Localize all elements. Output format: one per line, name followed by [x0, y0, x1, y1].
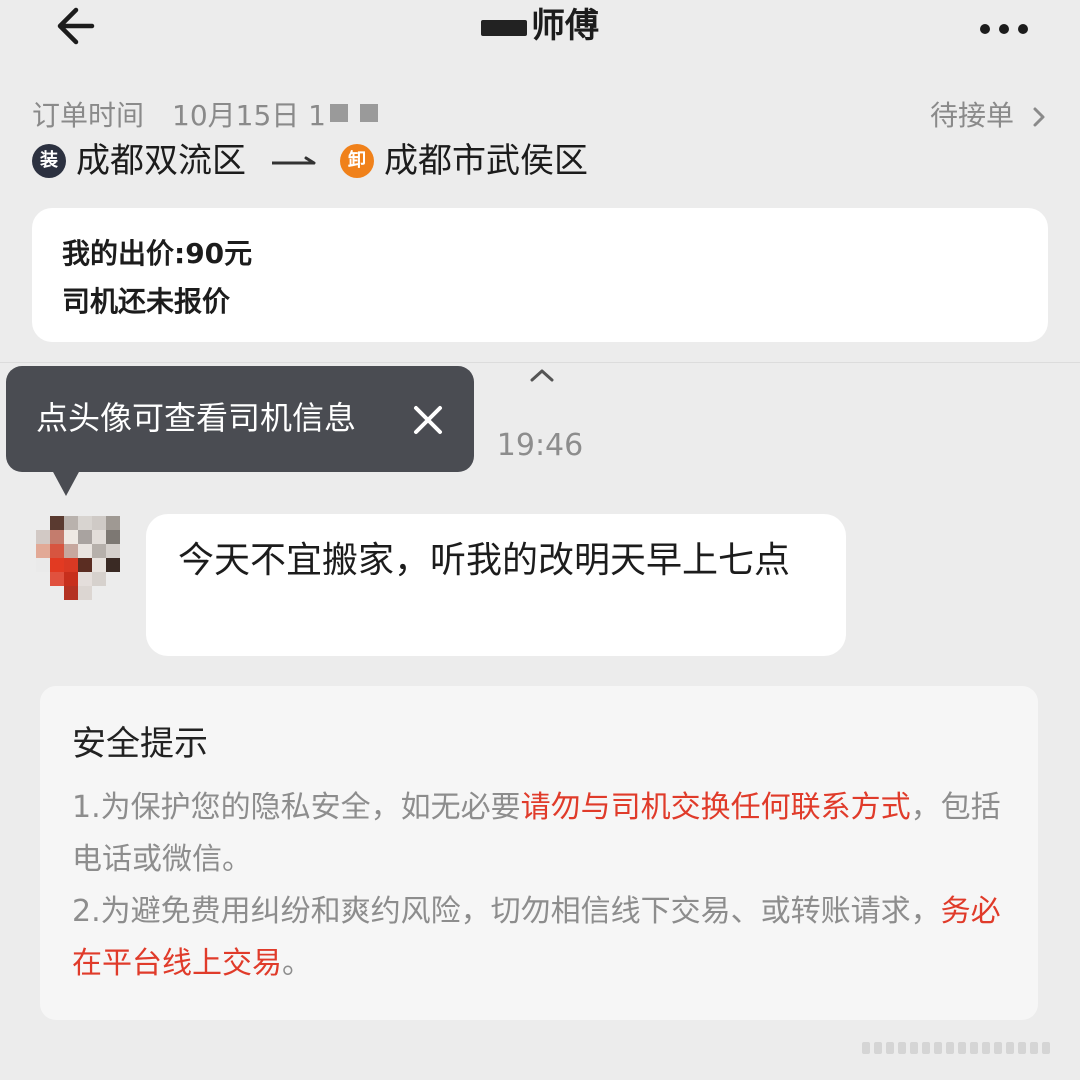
safety-item-2: 2.为避免费用纠纷和爽约风险，切勿相信线下交易、或转账请求，务必在平台线上交易。 — [72, 886, 1012, 990]
tooltip-pointer — [52, 470, 80, 496]
tooltip-text: 点头像可查看司机信息 — [36, 399, 357, 437]
more-dot — [980, 24, 990, 34]
name-redaction — [481, 19, 527, 36]
back-button[interactable] — [52, 4, 108, 48]
chat-message-text: 今天不宜搬家，听我的改明天早上七点 — [178, 540, 791, 581]
route-arrow-icon — [272, 156, 316, 165]
order-time-label: 订单时间 — [32, 99, 145, 132]
safety-notice-card: 安全提示 1.为保护您的隐私安全，如无必要请勿与司机交换任何联系方式，包括电话或… — [40, 686, 1038, 1020]
message-timestamp: 19:46 — [496, 428, 584, 463]
order-status-link[interactable]: 待接单 — [930, 96, 1049, 136]
safety-item-1-text: 1.为保护您的隐私安全，如无必要 — [72, 790, 521, 825]
chat-message-bubble[interactable]: 今天不宜搬家，听我的改明天早上七点 — [146, 514, 846, 656]
page-title: 师傅 — [440, 2, 640, 50]
safety-item-2-text: 2.为避免费用纠纷和爽约风险，切勿相信线下交易、或转账请求， — [72, 894, 941, 929]
order-time-value: 10月15日 1 — [172, 99, 326, 132]
watermark — [862, 1038, 1072, 1058]
more-dot — [999, 24, 1009, 34]
origin-location: 成都双流区 — [76, 141, 246, 181]
driver-quote-status: 司机还未报价 — [62, 285, 231, 318]
tooltip-close-button[interactable] — [404, 396, 452, 444]
my-offer: 我的出价:90元 — [62, 237, 253, 270]
time-redaction — [330, 104, 382, 122]
avatar-hint-tooltip: 点头像可查看司机信息 — [6, 366, 474, 472]
driver-avatar[interactable] — [34, 516, 124, 606]
back-arrow-icon — [57, 7, 95, 45]
destination-location: 成都市武侯区 — [384, 141, 588, 181]
collapse-button[interactable] — [520, 360, 564, 390]
chevron-right-icon — [1033, 107, 1045, 127]
price-card: 我的出价:90元 司机还未报价 — [32, 208, 1048, 342]
close-icon — [414, 406, 442, 434]
order-status: 待接单 — [930, 99, 1015, 132]
chevron-up-icon — [530, 369, 554, 382]
safety-title: 安全提示 — [72, 724, 208, 764]
top-nav-bar: 师傅 — [0, 0, 1080, 80]
safety-item-1-highlight: 请勿与司机交换任何联系方式 — [520, 790, 911, 825]
destination-badge: 卸 — [340, 144, 374, 178]
origin-badge: 装 — [32, 144, 66, 178]
safety-item-1: 1.为保护您的隐私安全，如无必要请勿与司机交换任何联系方式，包括电话或微信。 — [72, 782, 1012, 886]
more-button[interactable] — [972, 10, 1036, 46]
safety-item-2-suffix: 。 — [282, 946, 312, 981]
page-title-text: 师傅 — [531, 6, 599, 46]
more-dot — [1018, 24, 1028, 34]
